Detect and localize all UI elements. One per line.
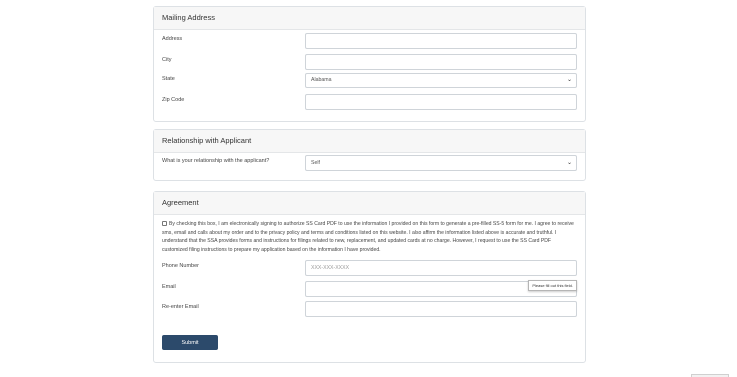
consent-checkbox[interactable] — [162, 221, 167, 226]
relationship-panel: Relationship with Applicant What is your… — [153, 129, 586, 181]
city-input[interactable] — [305, 54, 577, 70]
consent-block: By checking this box, I am electronicall… — [162, 220, 577, 254]
email-label: Email — [162, 284, 176, 290]
chevron-down-icon: ⌄ — [566, 160, 572, 166]
relationship-row: What is your relationship with the appli… — [162, 155, 577, 171]
phone-input[interactable]: XXX-XXX-XXXX — [305, 260, 577, 276]
state-label: State — [162, 76, 175, 82]
reenter-email-input[interactable] — [305, 301, 577, 317]
relationship-value: Self — [311, 160, 320, 166]
reenter-email-label: Re-enter Email — [162, 304, 199, 310]
chevron-down-icon: ⌄ — [566, 77, 572, 83]
city-label: City — [162, 57, 172, 63]
address-row: Address — [162, 33, 577, 49]
zip-label: Zip Code — [162, 97, 185, 103]
state-row: State Alabama ⌄ — [162, 73, 577, 89]
phone-label: Phone Number — [162, 263, 199, 269]
email-row: Email Please fill out this field. — [162, 280, 577, 297]
address-label: Address — [162, 36, 183, 42]
relationship-select[interactable]: Self ⌄ — [305, 155, 577, 171]
consent-text: By checking this box, I am electronicall… — [162, 221, 574, 253]
state-select[interactable]: Alabama ⌄ — [305, 73, 577, 88]
submit-application-button[interactable]: Submit Application — [162, 335, 218, 361]
relationship-question: What is your relationship with the appli… — [162, 158, 270, 164]
city-row: City — [162, 54, 577, 70]
zip-row: Zip Code — [162, 94, 577, 110]
relationship-title: Relationship with Applicant — [154, 130, 585, 153]
mailing-address-panel: Mailing Address Address City State Alaba… — [153, 6, 586, 122]
state-value: Alabama — [311, 77, 332, 83]
phone-row: Phone Number XXX-XXX-XXXX — [162, 260, 577, 276]
address-input[interactable] — [305, 33, 577, 49]
reenter-email-row: Re-enter Email — [162, 301, 577, 317]
validation-tooltip: Please fill out this field. — [528, 280, 577, 291]
agreement-panel: Agreement By checking this box, I am ele… — [153, 191, 586, 363]
zip-input[interactable] — [305, 94, 577, 110]
agreement-title: Agreement — [154, 192, 585, 215]
email-input[interactable]: Please fill out this field. — [305, 280, 577, 297]
mailing-address-title: Mailing Address — [154, 7, 585, 30]
